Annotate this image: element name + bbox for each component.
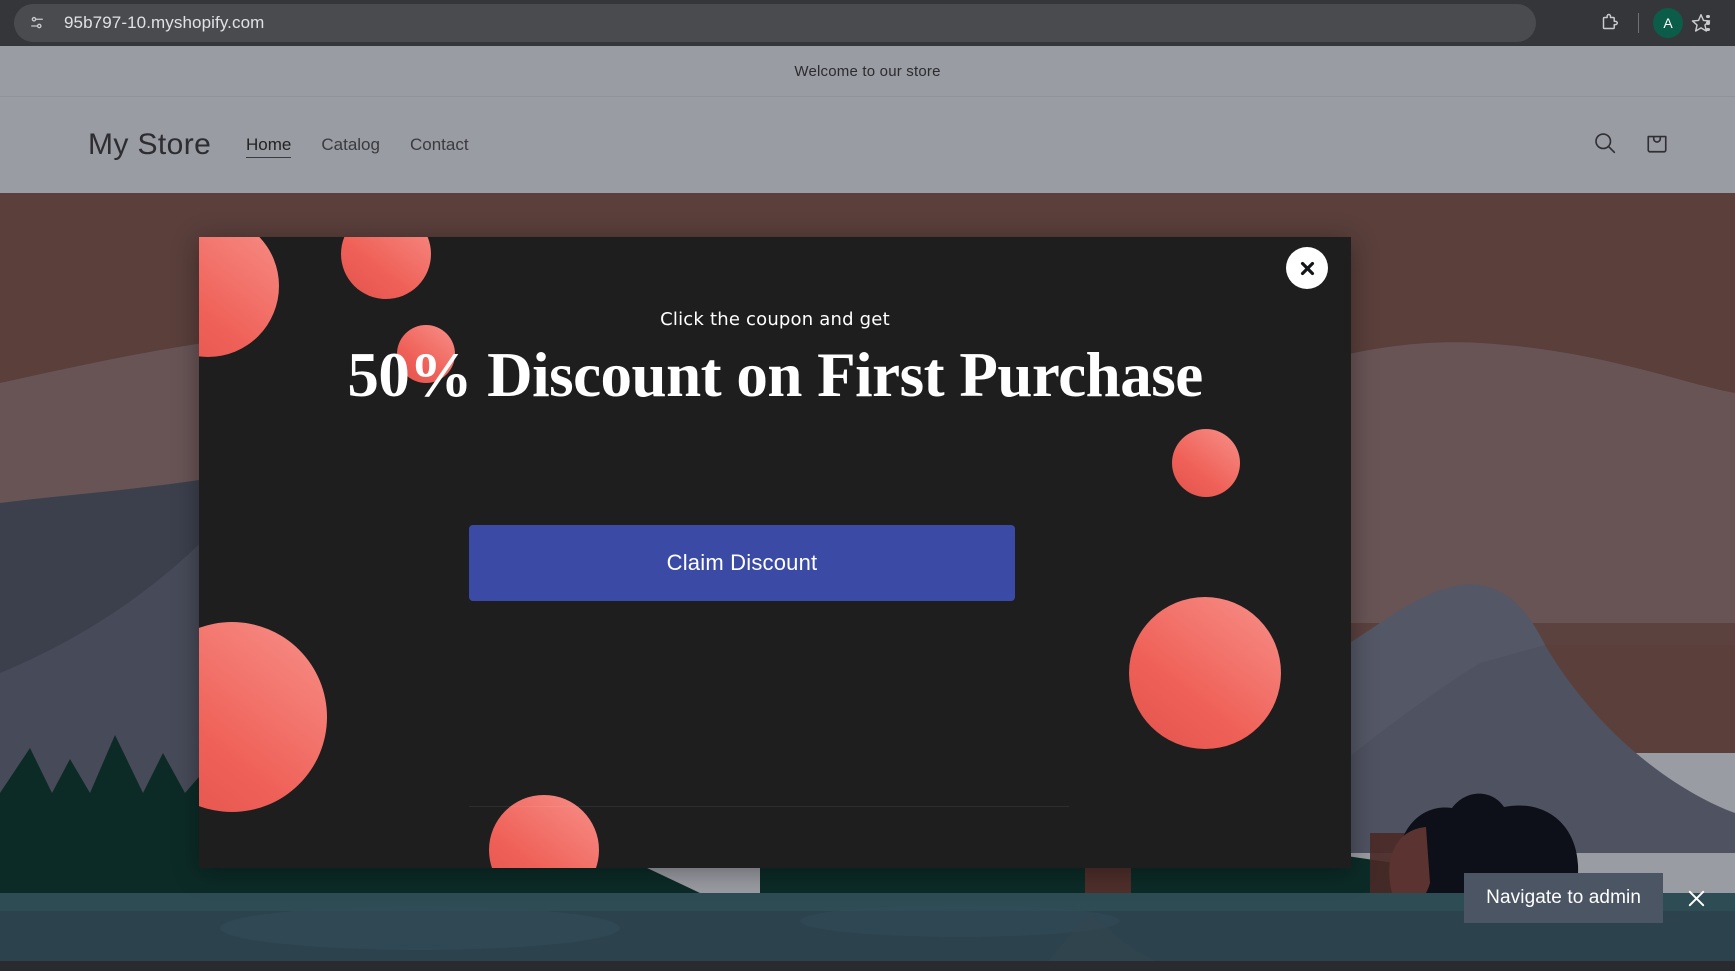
nav-item-catalog[interactable]: Catalog bbox=[321, 133, 380, 157]
tune-icon[interactable] bbox=[22, 8, 52, 38]
store-header: My Store Home Catalog Contact bbox=[0, 97, 1735, 193]
close-icon[interactable] bbox=[1681, 883, 1711, 913]
menu-dot bbox=[1706, 14, 1710, 19]
discount-popup-modal: Click the coupon and get 50% Discount on… bbox=[199, 237, 1351, 868]
address-bar[interactable]: 95b797-10.myshopify.com bbox=[14, 4, 1536, 42]
nav-item-contact[interactable]: Contact bbox=[410, 133, 469, 157]
modal-content: Click the coupon and get 50% Discount on… bbox=[199, 237, 1351, 868]
page-bottom-strip bbox=[0, 961, 1735, 971]
store-logo[interactable]: My Store bbox=[88, 128, 211, 162]
announcement-text: Welcome to our store bbox=[794, 62, 941, 80]
browser-toolbar: 95b797-10.myshopify.com A bbox=[0, 0, 1735, 46]
page-viewport: Welcome to our store My Store Home Catal… bbox=[0, 46, 1735, 971]
admin-toast: Navigate to admin bbox=[1464, 873, 1711, 923]
menu-dot bbox=[1706, 21, 1710, 25]
close-icon[interactable] bbox=[1286, 247, 1328, 289]
menu-dot bbox=[1706, 27, 1710, 32]
store-nav: Home Catalog Contact bbox=[246, 133, 469, 158]
navigate-to-admin-button[interactable]: Navigate to admin bbox=[1464, 873, 1663, 923]
avatar-initial: A bbox=[1653, 8, 1683, 38]
search-icon[interactable] bbox=[1591, 129, 1619, 162]
puzzle-piece-icon[interactable] bbox=[1590, 4, 1628, 42]
header-actions bbox=[1591, 129, 1671, 162]
url-text: 95b797-10.myshopify.com bbox=[64, 13, 265, 32]
toolbar-divider bbox=[1638, 13, 1639, 33]
modal-kicker: Click the coupon and get bbox=[660, 309, 890, 330]
three-dot-menu-icon[interactable] bbox=[1689, 4, 1727, 42]
modal-title: 50% Discount on First Purchase bbox=[347, 340, 1203, 410]
shopping-bag-icon[interactable] bbox=[1643, 129, 1671, 162]
announcement-bar: Welcome to our store bbox=[0, 46, 1735, 97]
avatar[interactable]: A bbox=[1649, 4, 1687, 42]
nav-item-home[interactable]: Home bbox=[246, 133, 292, 158]
chrome-actions: A bbox=[1590, 0, 1727, 46]
